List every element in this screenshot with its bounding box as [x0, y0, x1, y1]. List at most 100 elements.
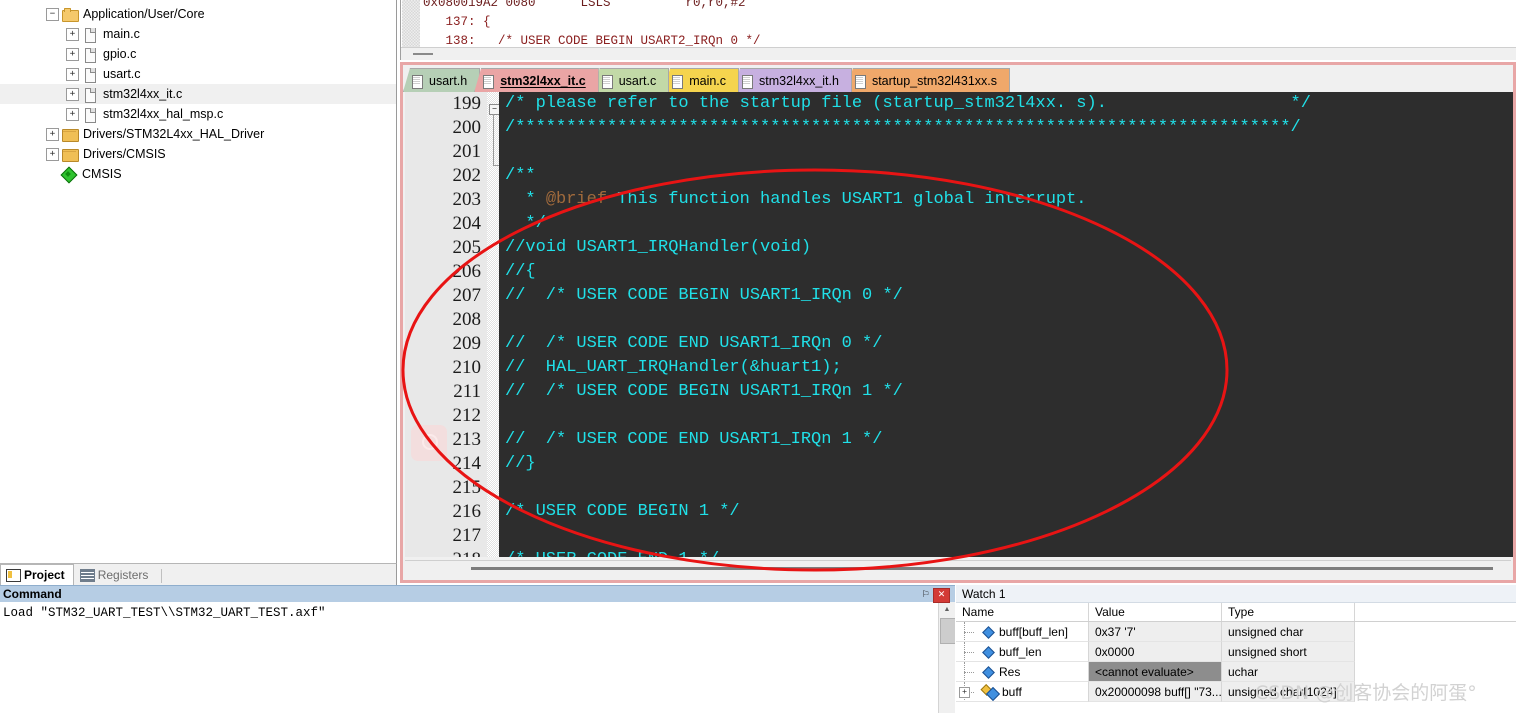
file-icon	[741, 74, 754, 89]
expand-icon[interactable]: +	[46, 127, 59, 141]
tab-registers[interactable]: Registers	[74, 564, 158, 586]
watch-cell-name[interactable]: Res	[956, 662, 1089, 682]
line-number: 212	[452, 405, 482, 426]
code-line[interactable]: * @brief This function handles USART1 gl…	[505, 188, 1086, 212]
expand-icon[interactable]: +	[959, 686, 970, 698]
command-vertical-scrollbar[interactable]: ▲	[938, 602, 955, 713]
watch-header-value[interactable]: Value	[1089, 603, 1222, 621]
watch-cell-value[interactable]: 0x37 '7'	[1089, 622, 1222, 642]
project-tree[interactable]: − Application/User/Core + main.c + gpio.c + usa…	[0, 0, 396, 184]
scroll-up-arrow[interactable]: ▲	[939, 602, 955, 617]
code-line[interactable]: /* USER CODE END 1 */	[505, 548, 719, 557]
watch-name-wrap: buff_len	[956, 642, 1042, 661]
command-line: Load "STM32_UART_TEST\\STM32_UART_TEST.a…	[3, 606, 326, 620]
tree-item[interactable]: − Application/User/Core	[0, 4, 396, 24]
code-line[interactable]: */	[505, 212, 545, 236]
editor-body[interactable]: 199 200 201 202 203 204 205 206 207 208 209 210 211 2…	[405, 92, 1513, 557]
blue-diamond-icon	[982, 646, 994, 658]
code-line[interactable]: /***************************************…	[505, 116, 1301, 140]
tree-item-label: usart.c	[103, 67, 141, 81]
tree-item[interactable]: + Drivers/STM32L4xx_HAL_Driver	[0, 124, 396, 144]
tab-project[interactable]: Project	[0, 564, 74, 586]
code-line[interactable]: //void USART1_IRQHandler(void)	[505, 236, 811, 260]
tab-separator	[161, 569, 163, 583]
code-text-area[interactable]: /* please refer to the startup file (sta…	[499, 92, 1513, 557]
tree-item[interactable]: + usart.c	[0, 64, 396, 84]
editor-tab[interactable]: startup_stm32l431xx.s	[845, 68, 1011, 92]
editor-tab-label: usart.h	[429, 73, 468, 88]
command-output[interactable]: Load "STM32_UART_TEST\\STM32_UART_TEST.a…	[0, 602, 938, 712]
line-number: 211	[453, 381, 481, 402]
expand-icon[interactable]: +	[66, 107, 79, 121]
tree-item[interactable]: + gpio.c	[0, 44, 396, 64]
code-line[interactable]: //{	[505, 260, 536, 284]
watch-header-name[interactable]: Name	[956, 603, 1089, 621]
watch-name-wrap: Res	[956, 662, 1020, 681]
watch-cell-name[interactable]: + buff	[956, 682, 1089, 702]
code-line[interactable]: // /* USER CODE END USART1_IRQn 0 */	[505, 332, 882, 356]
code-folding-column[interactable]: −	[487, 92, 500, 557]
watch-row[interactable]: buff_len 0x0000 unsigned short	[956, 642, 1516, 662]
editor-tab-bar: usart.h stm32l4xx_it.c usart.c main.c stm32l…	[403, 65, 1513, 92]
close-button[interactable]: ✕	[933, 587, 950, 603]
watch-header-type[interactable]: Type	[1222, 603, 1355, 621]
tree-item[interactable]: CMSIS	[0, 164, 396, 184]
tree-item[interactable]: + stm32l4xx_it.c	[0, 84, 396, 104]
tree-item[interactable]: + Drivers/CMSIS	[0, 144, 396, 164]
expand-icon[interactable]: +	[46, 147, 59, 161]
project-tree-pane: − Application/User/Core + main.c + gpio.c + usa…	[0, 0, 397, 563]
code-line[interactable]: /* USER CODE BEGIN 1 */	[505, 500, 740, 524]
line-number: 213	[452, 429, 482, 450]
tree-item[interactable]: + stm32l4xx_hal_msp.c	[0, 104, 396, 124]
expand-icon[interactable]: +	[66, 47, 79, 61]
disassembly-line: 0x080019A2 0080 LSLS r0,r0,#2	[423, 0, 746, 10]
watch-cell-name[interactable]: buff[buff_len]	[956, 622, 1089, 642]
tree-item[interactable]: + main.c	[0, 24, 396, 44]
pin-button[interactable]: ⚐	[918, 589, 933, 602]
watch-cell-value[interactable]: <cannot evaluate>	[1089, 662, 1222, 682]
editor-tab[interactable]: main.c	[663, 68, 740, 92]
watch-name-wrap: + buff	[956, 682, 1022, 701]
watch-cell-name[interactable]: buff_len	[956, 642, 1089, 662]
blue-diamond-icon	[982, 666, 994, 678]
file-icon	[601, 74, 614, 89]
tab-registers-label: Registers	[97, 568, 149, 582]
expand-icon[interactable]: +	[66, 67, 79, 81]
disassembly-splitter[interactable]	[401, 47, 1516, 60]
editor-tab[interactable]: usart.h	[403, 68, 481, 92]
code-line[interactable]: // /* USER CODE BEGIN USART1_IRQn 1 */	[505, 380, 903, 404]
code-line[interactable]: /**	[505, 164, 536, 188]
watch-cell-value[interactable]: 0x20000098 buff[] "73...	[1089, 682, 1222, 702]
line-number: 204	[452, 213, 482, 234]
command-scroll-thumb[interactable]	[940, 618, 955, 644]
code-line[interactable]: // /* USER CODE END USART1_IRQn 1 */	[505, 428, 882, 452]
tree-item-label: Application/User/Core	[83, 7, 205, 21]
watch-name-label: buff_len	[999, 644, 1042, 659]
watch-cell-value[interactable]: 0x0000	[1089, 642, 1222, 662]
tree-item-label: Drivers/CMSIS	[83, 147, 166, 161]
collapse-icon[interactable]: −	[46, 7, 59, 21]
line-number-gutter: 199 200 201 202 203 204 205 206 207 208 209 210 211 2…	[405, 92, 487, 557]
editor-horizontal-scroll-thumb[interactable]	[471, 567, 1493, 570]
line-number: 217	[452, 525, 482, 546]
editor-tab[interactable]: stm32l4xx_it.h	[733, 68, 852, 92]
green-diamond-icon	[61, 167, 77, 182]
expand-icon[interactable]: +	[66, 87, 79, 101]
editor-tab[interactable]: stm32l4xx_it.c	[474, 68, 599, 92]
csdn-watermark: CSDN @创客协会的阿蛋°	[1255, 682, 1477, 704]
line-number: 206	[452, 261, 482, 282]
watch-row[interactable]: buff[buff_len] 0x37 '7' unsigned char	[956, 622, 1516, 642]
line-number: 201	[452, 141, 482, 162]
editor-tab-label: stm32l4xx_it.c	[500, 73, 586, 88]
tree-item-label: Drivers/STM32L4xx_HAL_Driver	[83, 127, 265, 141]
code-line[interactable]: // HAL_UART_IRQHandler(&huart1);	[505, 356, 842, 380]
command-pane-buttons: ⚐ ✕	[918, 587, 954, 603]
code-line[interactable]: /* please refer to the startup file (sta…	[505, 92, 1311, 116]
code-line[interactable]: // /* USER CODE BEGIN USART1_IRQn 0 */	[505, 284, 903, 308]
folder-open-icon	[62, 7, 79, 22]
editor-tab[interactable]: usart.c	[592, 68, 670, 92]
code-line[interactable]: //}	[505, 452, 536, 476]
line-number: 218	[453, 548, 482, 557]
expand-icon[interactable]: +	[66, 27, 79, 41]
editor-horizontal-scrollbar[interactable]	[405, 560, 1511, 577]
